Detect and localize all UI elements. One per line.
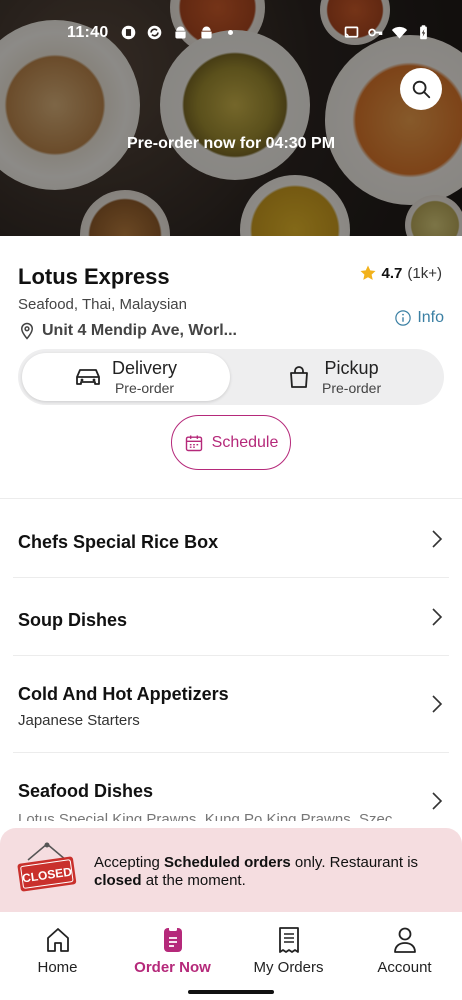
menu-category-row[interactable]: Chefs Special Rice Box [0,500,462,578]
chevron-right-icon [432,792,443,810]
delivery-option[interactable]: Delivery Pre-order [22,353,230,401]
battery-charging-icon [420,25,427,40]
dot-icon [228,30,233,35]
nav-account-label: Account [377,959,432,976]
hero-banner: 11:40 Pre-order now for 04:30 PM [0,0,462,236]
status-notification-icons [120,24,233,41]
wifi-icon [391,26,408,39]
pickup-option[interactable]: Pickup Pre-order [288,353,438,401]
order-mode-toggle: Delivery Pre-order Pickup Pre-order [18,349,444,405]
menu-category-row[interactable]: Soup Dishes [0,578,462,655]
location-pin-icon [20,322,34,340]
home-icon [46,928,69,952]
delivery-sub: Pre-order [114,380,175,396]
restaurant-address: Unit 4 Mendip Ave, Worl... [18,321,237,341]
menu-category-row[interactable]: Cold And Hot Appetizers Japanese Starter… [0,656,462,752]
pickup-sub: Pre-order [322,380,382,396]
closed-sign-icon: CLOSED [17,842,77,892]
pickup-label: Pickup [324,358,379,378]
schedule-label: Schedule [211,433,279,451]
preorder-caption: Pre-order now for 04:30 PM [126,135,336,152]
star-icon [360,265,376,280]
sync-icon [147,25,162,40]
menu-category-row[interactable]: Seafood Dishes Lotus Special King Prawns… [0,753,462,828]
info-label: Info [417,309,444,326]
chat-bubble-icon [121,25,136,40]
closed-message: Accepting Scheduled orders only. Restaur… [94,854,444,890]
closed-text-part: only. Restaurant is [290,854,419,871]
shopping-bag-icon [290,366,308,388]
cuisine-list: Seafood, Thai, Malaysian [18,296,187,313]
section-divider [0,498,462,499]
chevron-right-icon [432,530,443,548]
key-icon [368,28,383,37]
closed-banner: CLOSED Accepting Scheduled orders only. … [0,828,462,912]
pickup-text: Pickup Pre-order [322,358,381,396]
closed-text-bold: closed [94,872,142,889]
status-time: 11:40 [67,24,109,41]
closed-text-part: at the moment. [141,872,246,889]
search-button[interactable] [400,68,442,110]
restaurant-name: Lotus Express [18,264,170,289]
calendar-icon [185,435,202,451]
person-icon [393,927,416,953]
menu-category-title: Seafood Dishes [18,781,154,801]
menu-category-title: Chefs Special Rice Box [18,532,219,552]
chevron-right-icon [432,695,443,713]
address-text: Unit 4 Mendip Ave, Worl... [42,322,237,339]
order-icon [163,927,182,952]
nav-home-label: Home [37,959,78,976]
menu-category-title: Soup Dishes [18,610,128,630]
rating-value: 4.7 [381,264,403,282]
status-bar: 11:40 [0,22,462,44]
car-icon [76,369,100,385]
nav-my-orders-label: My Orders [253,959,324,976]
rating: 4.7 (1k+) [359,264,442,282]
delivery-text: Delivery Pre-order [112,358,177,396]
chevron-right-icon [432,608,443,626]
nav-home[interactable]: Home [0,926,115,976]
bottom-navigation: Home Order Now My Orders Account [0,912,462,1000]
nav-order-now-label: Order Now [134,959,211,976]
delivery-label: Delivery [112,358,178,378]
menu-category-subtitle: Lotus Special King Prawns, Kung Po King … [18,811,393,821]
search-icon [412,80,431,99]
gesture-home-bar[interactable] [188,990,274,994]
status-system-icons [343,24,432,41]
cast-icon [344,26,359,38]
nav-order-now[interactable]: Order Now [115,926,230,976]
schedule-button[interactable]: Schedule [171,415,291,470]
nav-my-orders[interactable]: My Orders [231,926,346,976]
menu-category-subtitle: Japanese Starters [18,712,140,729]
receipt-icon [278,927,299,953]
closed-text-bold: Scheduled orders [164,854,291,871]
closed-text-part: Accepting [94,854,165,871]
android-icon [201,26,212,39]
android-icon [175,26,186,39]
nav-account[interactable]: Account [347,926,462,976]
rating-count: (1k+) [407,264,442,282]
info-link[interactable]: Info [394,309,444,327]
info-icon [395,310,412,326]
menu-category-title: Cold And Hot Appetizers [18,684,229,704]
